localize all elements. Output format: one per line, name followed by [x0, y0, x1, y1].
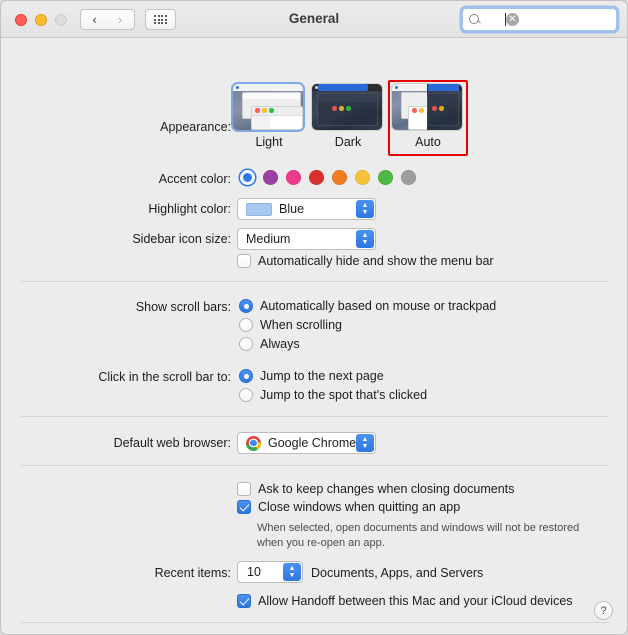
checkbox-box [237, 482, 251, 496]
recent-items-suffix: Documents, Apps, and Servers [311, 566, 484, 580]
accent-swatch-graphite[interactable] [401, 170, 416, 185]
help-button[interactable]: ? [594, 601, 613, 620]
chevron-updown-icon: ▲ ▼ [356, 200, 374, 218]
close-windows-description: When selected, open documents and window… [257, 522, 580, 549]
appearance-caption-light: Light [255, 135, 283, 149]
close-windows-quitting-checkbox[interactable]: Close windows when quitting an app [237, 500, 460, 514]
show-scroll-bars-label: Show scroll bars: [135, 300, 231, 314]
click-scroll-option-next-page[interactable]: Jump to the next page [239, 369, 384, 383]
dark-thumbnail [312, 84, 382, 130]
accent-swatch-pink[interactable] [286, 170, 301, 185]
click-scroll-bar-label: Click in the scroll bar to: [98, 370, 231, 384]
highlight-color-value: Blue [279, 202, 305, 216]
click-scroll-option-next-page-label: Jump to the next page [260, 369, 384, 383]
click-scroll-option-spot-clicked-label: Jump to the spot that's clicked [260, 388, 428, 402]
system-preferences-window: ‹ › General ✕ Appearance: Light Dark Aut… [0, 0, 628, 635]
ask-keep-changes-label: Ask to keep changes when closing documen… [258, 482, 515, 496]
recent-items-stepper[interactable]: 10 ▲ ▼ [237, 561, 303, 583]
question-mark-icon: ? [600, 604, 607, 617]
title-bar: ‹ › General ✕ [1, 1, 627, 38]
appearance-caption-dark: Dark [334, 135, 362, 149]
highlight-color-popup[interactable]: Blue ▲ ▼ [237, 198, 376, 220]
appearance-label: Appearance: [160, 120, 231, 134]
search-icon [469, 13, 481, 26]
sidebar-icon-size-value: Medium [246, 232, 291, 246]
recent-items-label: Recent items: [154, 566, 231, 580]
scrollbar-option-auto[interactable]: Automatically based on mouse or trackpad [239, 299, 496, 313]
auto-hide-menubar-checkbox[interactable]: Automatically hide and show the menu bar [237, 254, 494, 268]
divider-3 [21, 465, 609, 466]
ask-keep-changes-checkbox[interactable]: Ask to keep changes when closing documen… [237, 482, 514, 496]
accent-swatch-orange[interactable] [332, 170, 347, 185]
scrollbar-option-always[interactable]: Always [239, 337, 300, 351]
sidebar-icon-size-label: Sidebar icon size: [132, 232, 231, 246]
accent-swatch-green[interactable] [378, 170, 393, 185]
auto-highlight-box [388, 80, 468, 156]
accent-color-label: Accent color: [158, 172, 231, 186]
checkbox-box [237, 254, 251, 268]
radio-button [239, 369, 253, 383]
click-scroll-option-spot-clicked[interactable]: Jump to the spot that's clicked [239, 388, 427, 402]
allow-handoff-checkbox[interactable]: Allow Handoff between this Mac and your … [237, 594, 573, 608]
chevron-updown-icon: ▲ ▼ [356, 434, 374, 452]
highlight-color-label: Highlight color: [148, 202, 231, 216]
light-thumbnail [233, 84, 303, 130]
scrollbar-option-when-scrolling-label: When scrolling [260, 318, 342, 332]
scrollbar-option-when-scrolling[interactable]: When scrolling [239, 318, 342, 332]
close-windows-quitting-label: Close windows when quitting an app [258, 500, 461, 514]
scrollbar-option-auto-label: Automatically based on mouse or trackpad [260, 299, 497, 313]
divider-1 [21, 281, 609, 282]
search-field[interactable]: ✕ [462, 8, 617, 31]
allow-handoff-label: Allow Handoff between this Mac and your … [258, 594, 573, 608]
accent-color-swatches [240, 170, 416, 185]
accent-swatch-red[interactable] [309, 170, 324, 185]
chevron-updown-icon[interactable]: ▲ ▼ [283, 563, 301, 581]
checkbox-box [237, 500, 251, 514]
sidebar-icon-size-popup[interactable]: Medium ▲ ▼ [237, 228, 376, 250]
clear-search-icon[interactable]: ✕ [506, 13, 519, 26]
appearance-option-light[interactable]: Light [233, 84, 305, 149]
scrollbar-option-always-label: Always [260, 337, 300, 351]
radio-button [239, 318, 253, 332]
chevron-updown-icon: ▲ ▼ [356, 230, 374, 248]
checkbox-box [237, 594, 251, 608]
divider-2 [21, 416, 609, 417]
default-browser-value: Google Chrome [268, 436, 357, 450]
accent-swatch-blue[interactable] [240, 170, 255, 185]
chrome-icon [246, 435, 261, 451]
appearance-option-dark[interactable]: Dark [312, 84, 384, 149]
divider-4 [21, 622, 609, 623]
accent-swatch-yellow[interactable] [355, 170, 370, 185]
radio-button [239, 337, 253, 351]
radio-button [239, 388, 253, 402]
default-browser-popup[interactable]: Google Chrome ▲ ▼ [237, 432, 376, 454]
radio-button [239, 299, 253, 313]
highlight-color-swatch [246, 202, 272, 216]
default-browser-label: Default web browser: [113, 436, 231, 450]
auto-hide-menubar-label: Automatically hide and show the menu bar [258, 254, 494, 268]
accent-swatch-purple[interactable] [263, 170, 278, 185]
preferences-content: Appearance: Light Dark Auto Accent color… [1, 38, 627, 634]
recent-items-value: 10 [247, 565, 261, 579]
